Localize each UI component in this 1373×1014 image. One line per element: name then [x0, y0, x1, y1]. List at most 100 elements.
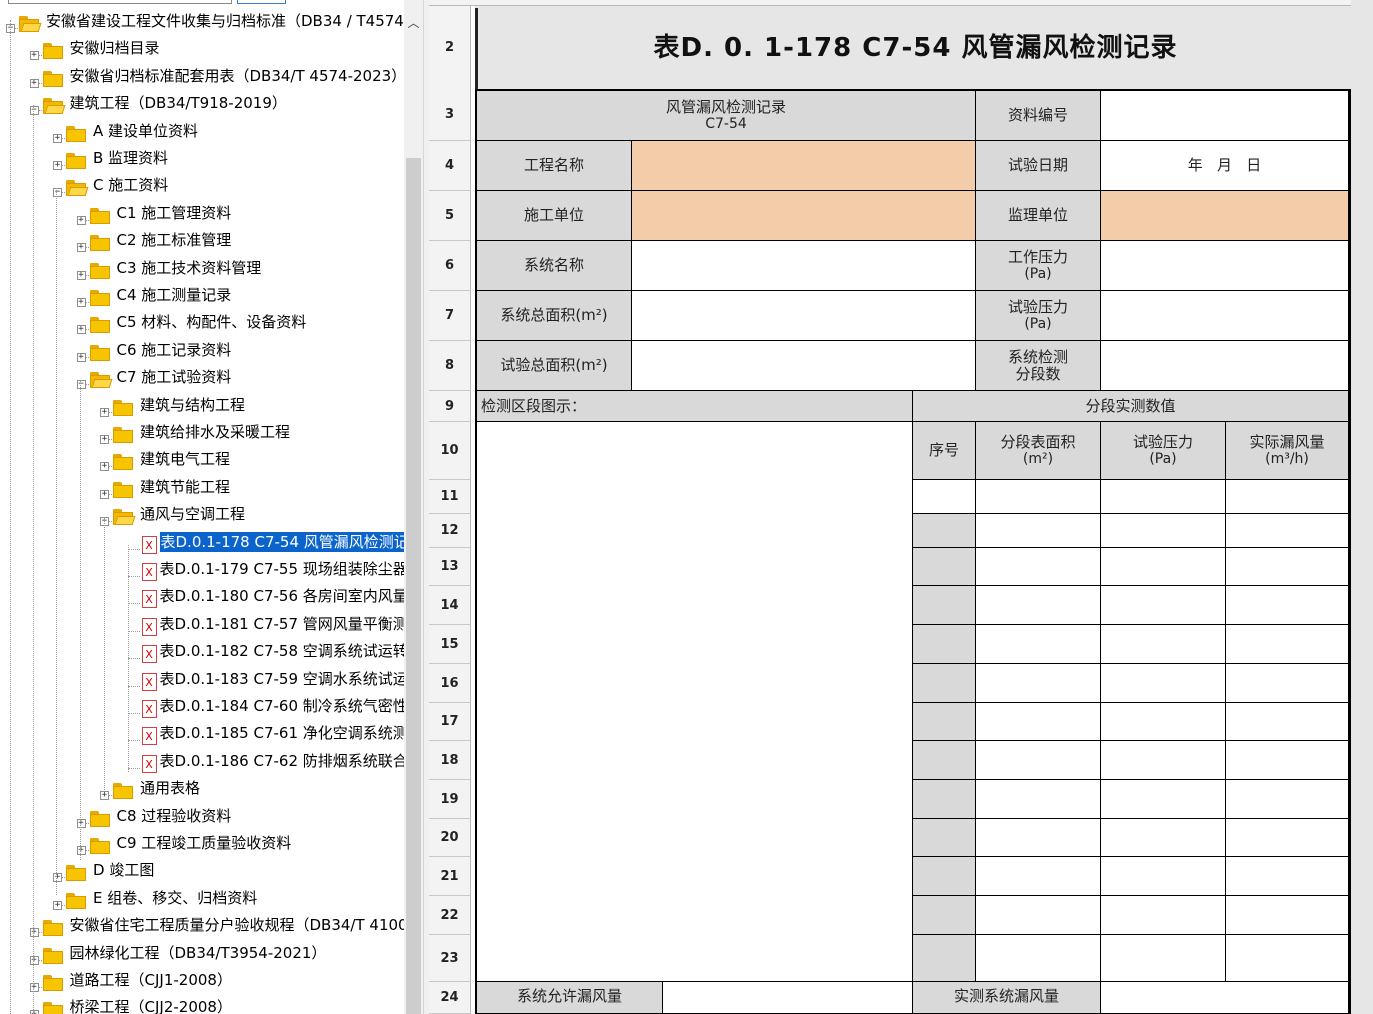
- tree-item[interactable]: − 通风与空调工程: [0, 502, 404, 529]
- tree-item[interactable]: + 安徽省住宅工程质量分户验收规程（DB34/T 4100-2022）: [0, 913, 404, 940]
- tree-item-label[interactable]: 表D.0.1-181 C7-57 管网风量平衡测: [160, 614, 405, 634]
- expand-icon[interactable]: +: [76, 270, 86, 280]
- tree-item-label[interactable]: C1 施工管理资料: [117, 203, 232, 223]
- row-header[interactable]: 22: [429, 896, 471, 935]
- seq-cell[interactable]: [913, 514, 976, 548]
- area-cell[interactable]: [976, 780, 1101, 819]
- area-cell[interactable]: [976, 664, 1101, 703]
- tree-item-label[interactable]: 表D.0.1-185 C7-61 净化空调系统测: [160, 723, 405, 743]
- seq-cell[interactable]: [913, 857, 976, 896]
- actual-leak-value[interactable]: [1101, 982, 1349, 1014]
- tree-item[interactable]: X 表D.0.1-178 C7-54 风管漏风检测记录: [0, 530, 404, 557]
- leak-cell[interactable]: [1226, 625, 1349, 664]
- tree-item[interactable]: + C8 过程验收资料: [0, 804, 404, 831]
- tree-item[interactable]: + 安徽省归档标准配套用表（DB34/T 4574-2023）: [0, 64, 404, 91]
- tree-item-label[interactable]: A 建设单位资料: [93, 121, 198, 141]
- row-header[interactable]: 11: [429, 480, 471, 514]
- tree-item[interactable]: X 表D.0.1-183 C7-59 空调水系统试运: [0, 667, 404, 694]
- tree-item-label[interactable]: 表D.0.1-182 C7-58 空调系统试运转: [160, 641, 405, 661]
- tree-item-label[interactable]: 通风与空调工程: [140, 504, 245, 524]
- tree-item[interactable]: + 园林绿化工程（DB34/T3954-2021）: [0, 941, 404, 968]
- tree-item-label[interactable]: 安徽省归档标准配套用表（DB34/T 4574-2023）: [70, 66, 405, 86]
- row-header[interactable]: 12: [429, 514, 471, 548]
- expand-icon[interactable]: +: [53, 873, 62, 883]
- collapse-icon[interactable]: −: [53, 188, 62, 198]
- row-header[interactable]: 10: [429, 422, 471, 480]
- tree-item-label[interactable]: B 监理资料: [93, 148, 168, 168]
- expand-icon[interactable]: +: [76, 846, 86, 855]
- tree-item[interactable]: X 表D.0.1-180 C7-56 各房间室内风量: [0, 584, 404, 611]
- area-cell[interactable]: [976, 935, 1101, 982]
- pressure-cell[interactable]: [1101, 514, 1226, 548]
- pressure-cell[interactable]: [1101, 896, 1226, 935]
- tree-item[interactable]: X 表D.0.1-179 C7-55 现场组装除尘器: [0, 557, 404, 584]
- seq-cell[interactable]: [913, 548, 976, 586]
- area-cell[interactable]: [976, 514, 1101, 548]
- tree-search-input[interactable]: [8, 0, 232, 4]
- tree-item-label[interactable]: 安徽省住宅工程质量分户验收规程（DB34/T 4100-2022）: [70, 915, 405, 935]
- doc-no-value[interactable]: [1101, 91, 1349, 141]
- seq-cell[interactable]: [913, 586, 976, 625]
- expand-icon[interactable]: +: [29, 1010, 39, 1014]
- tree-item[interactable]: + 安徽归档目录: [0, 36, 404, 63]
- tree-item[interactable]: + C6 施工记录资料: [0, 338, 404, 365]
- pressure-cell[interactable]: [1101, 935, 1226, 982]
- expand-icon[interactable]: +: [29, 78, 39, 88]
- seq-cell[interactable]: [913, 935, 976, 982]
- tree-item-label[interactable]: 桥梁工程（CJJ2-2008）: [70, 997, 232, 1014]
- seq-cell[interactable]: [913, 780, 976, 819]
- tree-item-label[interactable]: 建筑节能工程: [140, 477, 230, 497]
- tree-item-label[interactable]: 建筑给排水及采暖工程: [140, 422, 290, 442]
- expand-icon[interactable]: +: [53, 161, 62, 170]
- area-cell[interactable]: [976, 703, 1101, 741]
- tree-item-label[interactable]: 建筑与结构工程: [140, 395, 245, 415]
- tree-item-label[interactable]: 建筑电气工程: [140, 449, 230, 469]
- supervisor-value[interactable]: [1101, 191, 1349, 241]
- row-header[interactable]: 6: [429, 241, 471, 291]
- expand-icon[interactable]: +: [53, 900, 62, 910]
- tree-item[interactable]: + 建筑与结构工程: [0, 393, 404, 420]
- pressure-cell[interactable]: [1101, 703, 1226, 741]
- leak-cell[interactable]: [1226, 741, 1349, 780]
- row-header[interactable]: 18: [429, 741, 471, 780]
- pressure-cell[interactable]: [1101, 625, 1226, 664]
- pressure-cell[interactable]: [1101, 857, 1226, 896]
- expand-icon[interactable]: +: [100, 407, 109, 417]
- tree-item-label[interactable]: 表D.0.1-178 C7-54 风管漏风检测记录: [159, 531, 404, 552]
- pressure-cell[interactable]: [1101, 664, 1226, 703]
- leak-cell[interactable]: [1226, 935, 1349, 982]
- tree-item-label[interactable]: C8 过程验收资料: [117, 806, 232, 826]
- test-pressure-value[interactable]: [1101, 291, 1349, 341]
- tree-item[interactable]: − C 施工资料: [0, 173, 404, 200]
- row-header[interactable]: 13: [429, 548, 471, 586]
- tree-item-label[interactable]: 建筑工程（DB34/T918-2019）: [70, 93, 287, 113]
- tree-item[interactable]: + C1 施工管理资料: [0, 201, 404, 228]
- tree-item[interactable]: + D 竣工图: [0, 858, 404, 885]
- tree-item-label[interactable]: 表D.0.1-183 C7-59 空调水系统试运: [160, 669, 405, 689]
- form-name-cell[interactable]: 风管漏风检测记录 C7-54: [477, 91, 976, 141]
- leak-cell[interactable]: [1226, 586, 1349, 625]
- scroll-up-icon[interactable]: ︿: [404, 14, 423, 32]
- expand-icon[interactable]: +: [29, 51, 39, 61]
- expand-icon[interactable]: +: [76, 215, 86, 225]
- seq-cell[interactable]: [913, 741, 976, 780]
- test-date-value[interactable]: 年 月 日: [1101, 141, 1349, 191]
- pressure-cell[interactable]: [1101, 741, 1226, 780]
- leak-cell[interactable]: [1226, 819, 1349, 857]
- tree-item[interactable]: + A 建设单位资料: [0, 119, 404, 146]
- tree-item[interactable]: + 道路工程（CJJ1-2008）: [0, 968, 404, 995]
- leak-cell[interactable]: [1226, 548, 1349, 586]
- tree-item-label[interactable]: 表D.0.1-184 C7-60 制冷系统气密性: [160, 696, 405, 716]
- tree-item-label[interactable]: C 施工资料: [93, 175, 168, 195]
- row-header[interactable]: 7: [429, 291, 471, 341]
- area-cell[interactable]: [976, 741, 1101, 780]
- leak-cell[interactable]: [1226, 780, 1349, 819]
- seq-cell[interactable]: [913, 819, 976, 857]
- pressure-cell[interactable]: [1101, 480, 1226, 514]
- expand-icon[interactable]: +: [76, 352, 86, 362]
- row-header[interactable]: 15: [429, 625, 471, 664]
- expand-icon[interactable]: +: [29, 983, 39, 992]
- leak-cell[interactable]: [1226, 857, 1349, 896]
- tree-item[interactable]: − C7 施工试验资料: [0, 365, 404, 392]
- seq-cell[interactable]: [913, 703, 976, 741]
